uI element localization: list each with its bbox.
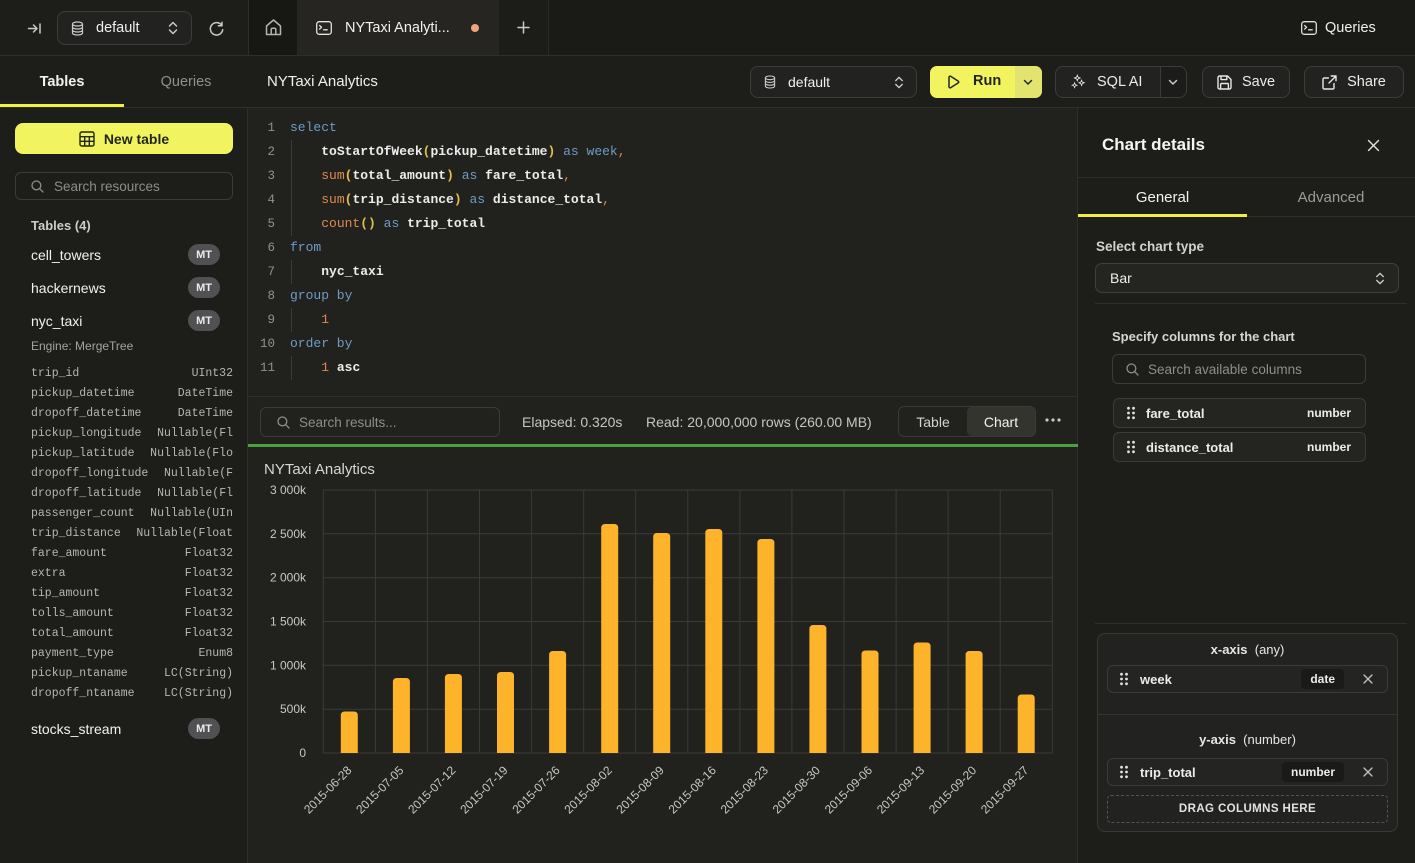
svg-text:2015-07-05: 2015-07-05 — [353, 763, 407, 817]
svg-text:2015-09-06: 2015-09-06 — [822, 763, 876, 817]
svg-text:2015-09-27: 2015-09-27 — [978, 763, 1032, 817]
svg-text:2015-06-28: 2015-06-28 — [301, 763, 355, 817]
svg-text:2 500k: 2 500k — [270, 527, 307, 541]
svg-text:2015-09-20: 2015-09-20 — [926, 763, 980, 817]
svg-text:2015-08-16: 2015-08-16 — [666, 763, 720, 817]
svg-text:1 000k: 1 000k — [270, 658, 307, 672]
svg-text:2015-07-26: 2015-07-26 — [509, 763, 563, 817]
svg-text:2015-08-30: 2015-08-30 — [770, 763, 824, 817]
svg-text:2015-08-02: 2015-08-02 — [562, 763, 616, 817]
svg-text:0: 0 — [299, 746, 306, 760]
svg-text:NYTaxi Analytics: NYTaxi Analytics — [264, 461, 375, 478]
svg-text:2015-09-13: 2015-09-13 — [874, 763, 928, 817]
svg-text:2015-08-09: 2015-08-09 — [614, 763, 668, 817]
svg-text:2015-07-19: 2015-07-19 — [457, 763, 511, 817]
svg-text:3 000k: 3 000k — [270, 483, 307, 497]
svg-text:500k: 500k — [280, 702, 307, 716]
svg-text:2 000k: 2 000k — [270, 571, 307, 585]
svg-text:2015-07-12: 2015-07-12 — [405, 763, 459, 817]
svg-text:2015-08-23: 2015-08-23 — [718, 763, 772, 817]
svg-text:1 500k: 1 500k — [270, 615, 307, 629]
